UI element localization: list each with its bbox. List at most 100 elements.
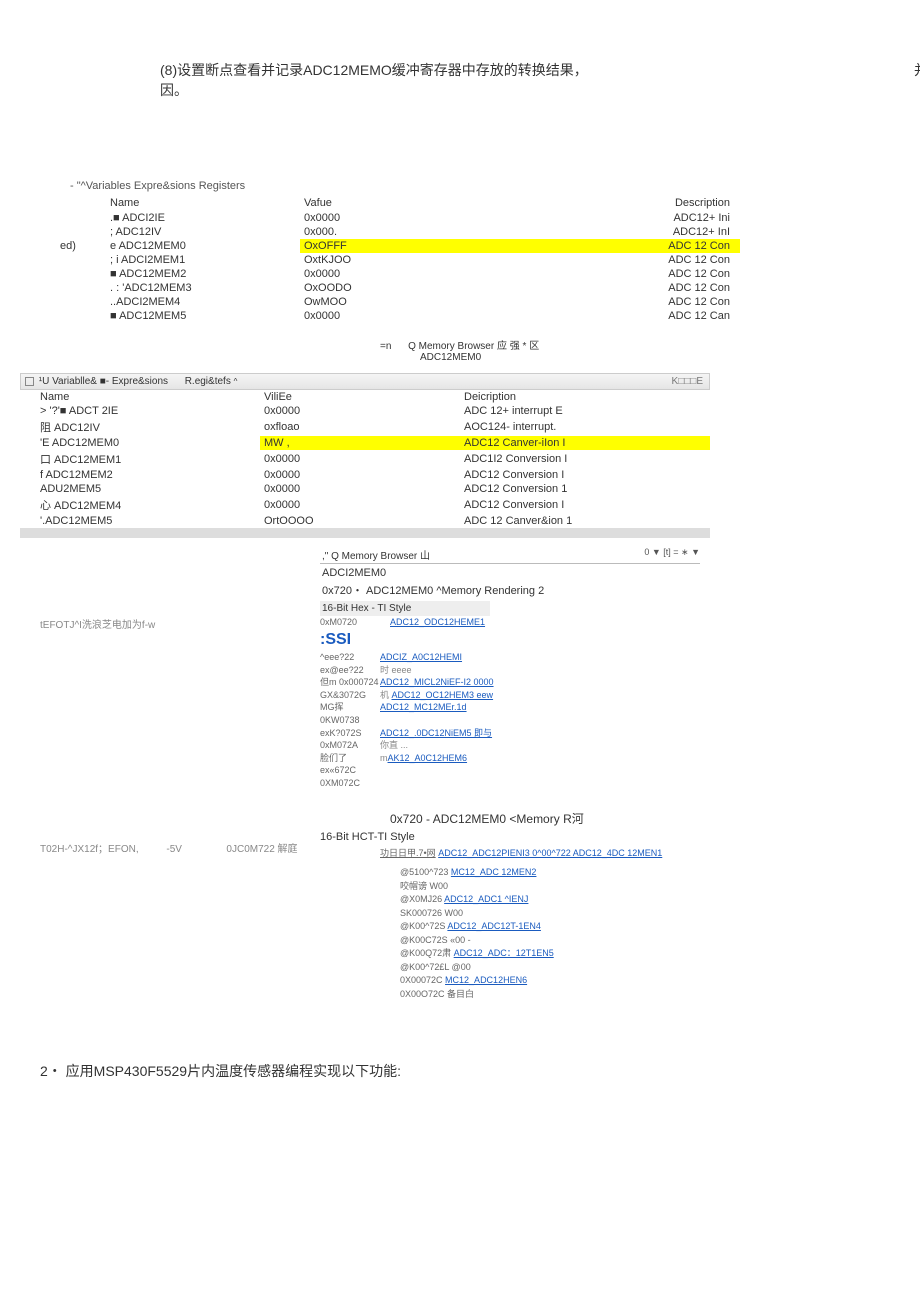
row-name: ■ ADC12MEM2	[40, 267, 300, 281]
tab-variables[interactable]: ¹U Variablle& ■- Expre&sions	[39, 376, 168, 387]
row-value: 0x0000	[260, 404, 460, 418]
registers-table-2: Name ViliEe Deicription > '?'■ ADCT 2IE0…	[20, 390, 710, 528]
col2-value: ViliEe	[260, 390, 460, 404]
mem-addr: exK?072S	[320, 727, 380, 740]
row-desc: ADC 12 Can	[530, 309, 740, 323]
mem-link[interactable]: ADC12_MICL2NiEF-I2 0000	[380, 677, 494, 687]
mem-pre: SK000726 W00	[400, 908, 463, 918]
row-name: ADU2MEM5	[20, 482, 260, 496]
row-value: 0x0000	[300, 211, 530, 225]
row-value: 0x0000	[300, 267, 530, 281]
mem-link[interactable]: MC12_ADC12HEN6	[445, 975, 527, 985]
table-row[interactable]: ; ADC12IV0x000.ADC12+ InI	[40, 225, 740, 239]
table-row[interactable]: ■ ADC12MEM50x0000ADC 12 Can	[40, 309, 740, 323]
col-name: Name	[40, 196, 300, 211]
mem-row: 0X00072C MC12_ADC12HEN6	[400, 974, 740, 988]
table-row[interactable]: ..ADCI2MEM4OwMOOADC 12 Con	[40, 295, 740, 309]
mem-addr: ex«672C	[320, 764, 380, 777]
mem-pre: @5100^723	[400, 867, 451, 877]
mem-row: ^eee?22ADCIZ_A0C12HEMI	[320, 651, 700, 664]
para-line2: 因。	[160, 80, 780, 100]
para-right: 并说明原	[914, 60, 920, 80]
ssi-label: :SSI	[320, 631, 351, 648]
mem-pre: @K00C72S «00 -	[400, 935, 471, 945]
horizontal-scrollbar[interactable]	[20, 528, 710, 538]
table-row[interactable]: . : 'ADC12MEM3OxOODOADC 12 Con	[40, 281, 740, 295]
row-name: f ADC12MEM2	[20, 468, 260, 482]
row-desc: ADC 12 Con	[530, 281, 740, 295]
table-row[interactable]: ed)e ADC12MEM0OxOFFFADC 12 Con	[40, 239, 740, 253]
mem-pre: @K00^72£L @00	[400, 962, 471, 972]
tab-registers[interactable]: R.egi&tefs	[185, 376, 231, 387]
row-name: . : 'ADC12MEM3	[40, 281, 300, 295]
row-desc: ADC12 Conversion 1	[460, 482, 710, 496]
mb1-tools[interactable]: 0 ▼ [t] = ∗ ▼	[644, 547, 700, 558]
mem-addr: MG挥	[320, 701, 380, 714]
para-line1: (8)设置断点查看并记录ADC12MEMO缓冲寄存器中存放的转换结果，	[160, 62, 588, 78]
mem-pre: 0X00072C	[400, 975, 445, 985]
mem-browser-input-1[interactable]: ADC12MEM0	[420, 352, 900, 363]
row-name: ..ADCI2MEM4	[40, 295, 300, 309]
mem-row: @K00^72£L @00	[400, 961, 740, 975]
row-name: ed)e ADC12MEM0	[40, 239, 300, 253]
table-row[interactable]: 阻 ADC12IVoxfloaoAOC124- interrupt.	[20, 418, 710, 436]
table-row[interactable]: f ADC12MEM20x0000ADC12 Conversion I	[20, 468, 710, 482]
mb1-format[interactable]: 16-Bit Hex - TI Style	[320, 601, 490, 616]
mem-row: 脸们了mAK12_A0C12HEM6	[320, 752, 700, 765]
question-2: 2・ 应用MSP430F5529片内温度传感器编程实现以下功能:	[40, 1061, 900, 1081]
row-name: 'E ADC12MEM0	[20, 436, 260, 450]
mem-link[interactable]: ADC12_.0DC12NiEM5 即与	[380, 728, 492, 738]
table-row[interactable]: '.ADC12MEM5OrtOOOOADC 12 Canver&ion 1	[20, 514, 710, 528]
mb2-format[interactable]: 16-Bit HCT-TI Style	[320, 831, 740, 843]
row-value: OxtKJOO	[300, 253, 530, 267]
table-row[interactable]: .■ ADCI2IE0x0000ADC12+ Ini	[40, 211, 740, 225]
table-row[interactable]: > '?'■ ADCT 2IE0x0000ADC 12+ interrupt E	[20, 404, 710, 418]
checkbox-icon[interactable]	[25, 377, 34, 386]
tab-right-tools[interactable]: K□□□E	[672, 376, 703, 387]
mb2-firstline-b[interactable]: ADC12_ADC12PIENI3 0^00^722 ADC12_4DC 12M…	[438, 848, 662, 858]
mem-row: 0xM072A你直 ...	[320, 739, 700, 752]
row-name: 阻 ADC12IV	[20, 418, 260, 436]
mem-row: @X0MJ26 ADC12_ADC1 ^IENJ	[400, 893, 740, 907]
tab-bar-2: ¹U Variablle& ■- Expre&sions R.egi&tefs …	[20, 373, 710, 390]
row-name: '.ADC12MEM5	[20, 514, 260, 528]
col-value: Vafue	[300, 196, 530, 211]
mem-link[interactable]: ADC12_ODC12HEME1	[390, 617, 485, 627]
tab-caret: ^	[234, 377, 238, 386]
mem-row: @5100^723 MC12_ADC 12MEN2	[400, 866, 740, 880]
row-name: ; ADC12IV	[40, 225, 300, 239]
mem-row: @K00Q72肃 ADC12_ADC：12T1EN5	[400, 947, 740, 961]
mem-link[interactable]: ADC12_ADC12T-1EN4	[447, 921, 541, 931]
table-row[interactable]: 心 ADC12MEM40x0000ADC12 Conversion I	[20, 496, 710, 514]
mem-text: 你直 ...	[380, 740, 408, 750]
mem-link[interactable]: ADC12_ADC：12T1EN5	[454, 948, 554, 958]
mem-row: 咬帽谤 W00	[400, 880, 740, 894]
side-note-1: tEFOTJ^I洗浪芝电加为f-w	[40, 616, 155, 631]
row-desc: ADC 12+ interrupt E	[460, 404, 710, 418]
table-row[interactable]: ■ ADC12MEM20x0000ADC 12 Con	[40, 267, 740, 281]
mb1-input[interactable]: ADCI2MEM0	[322, 567, 700, 579]
table-row[interactable]: 口 ADC12MEM10x0000ADC1I2 Conversion I	[20, 450, 710, 468]
ed-label: ed)	[60, 240, 76, 252]
table-row[interactable]: 'E ADC12MEM0MW ,ADC12 Canver-iIon I	[20, 436, 710, 450]
table-row[interactable]: ADU2MEM50x0000ADC12 Conversion 1	[20, 482, 710, 496]
row-name: 口 ADC12MEM1	[20, 450, 260, 468]
mem-link[interactable]: ADC12_OC12HEM3 eew	[392, 690, 494, 700]
mem-link[interactable]: ADCIZ_A0C12HEMI	[380, 652, 462, 662]
row-value: oxfloao	[260, 418, 460, 436]
mem-addr: 0XM072C	[320, 777, 380, 790]
mem-link[interactable]: ADC12_MC12MEr.1d	[380, 702, 467, 712]
mb1-subtitle: 0x720・ ADC12MEM0 ^Memory Rendering 2	[322, 582, 700, 598]
mem-pre: @K00^72S	[400, 921, 447, 931]
mem-addr: ex@ee?22	[320, 664, 380, 677]
row-desc: ADC12 Conversion I	[460, 468, 710, 482]
mem-row: exK?072SADC12_.0DC12NiEM5 即与	[320, 727, 700, 740]
row-desc: ADC 12 Con	[530, 253, 740, 267]
table-row[interactable]: ; i ADCI2MEM1OxtKJOOADC 12 Con	[40, 253, 740, 267]
mem-link[interactable]: AK12_A0C12HEM6	[388, 753, 468, 763]
row-name: .■ ADCI2IE	[40, 211, 300, 225]
mem-row: SK000726 W00	[400, 907, 740, 921]
mem-link[interactable]: MC12_ADC 12MEN2	[451, 867, 537, 877]
mem-row: ex«672C	[320, 764, 700, 777]
mem-link[interactable]: ADC12_ADC1 ^IENJ	[444, 894, 528, 904]
